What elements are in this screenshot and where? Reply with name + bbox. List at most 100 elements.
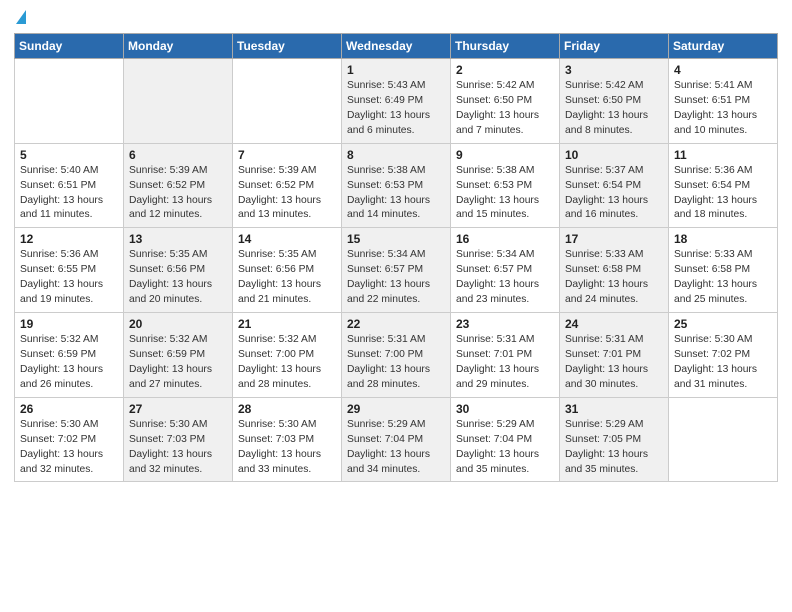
day-info: Sunrise: 5:42 AM Sunset: 6:50 PM Dayligh… [456, 79, 554, 139]
logo-triangle-icon [16, 10, 26, 24]
calendar-cell: 2 Sunrise: 5:42 AM Sunset: 6:50 PM Daylig… [451, 59, 560, 144]
day-number: 18 [674, 232, 772, 246]
day-info: Sunrise: 5:31 AM Sunset: 7:01 PM Dayligh… [456, 333, 554, 393]
calendar-cell: 15 Sunrise: 5:34 AM Sunset: 6:57 PM Dayli… [342, 228, 451, 313]
calendar-cell: 11 Sunrise: 5:36 AM Sunset: 6:54 PM Dayli… [669, 143, 778, 228]
day-info: Sunrise: 5:38 AM Sunset: 6:53 PM Dayligh… [456, 164, 554, 224]
day-info: Sunrise: 5:33 AM Sunset: 6:58 PM Dayligh… [565, 248, 663, 308]
day-number: 28 [238, 402, 336, 416]
day-info: Sunrise: 5:39 AM Sunset: 6:52 PM Dayligh… [129, 164, 227, 224]
calendar-cell: 19 Sunrise: 5:32 AM Sunset: 6:59 PM Dayli… [15, 313, 124, 398]
calendar-cell: 21Sunrise: 5:32 AM Sunset: 7:00 PM Dayli… [233, 313, 342, 398]
day-number: 15 [347, 232, 445, 246]
calendar-cell: 29 Sunrise: 5:29 AM Sunset: 7:04 PM Dayli… [342, 397, 451, 482]
weekday-header-row: SundayMondayTuesdayWednesdayThursdayFrid… [15, 34, 778, 59]
day-info: Sunrise: 5:31 AM Sunset: 7:01 PM Dayligh… [565, 333, 663, 393]
calendar-cell: 30Sunrise: 5:29 AM Sunset: 7:04 PM Dayli… [451, 397, 560, 482]
day-info: Sunrise: 5:31 AM Sunset: 7:00 PM Dayligh… [347, 333, 445, 393]
calendar-cell: 3 Sunrise: 5:42 AM Sunset: 6:50 PM Daylig… [560, 59, 669, 144]
day-info: Sunrise: 5:41 AM Sunset: 6:51 PM Dayligh… [674, 79, 772, 139]
calendar-cell: 26 Sunrise: 5:30 AM Sunset: 7:02 PM Dayli… [15, 397, 124, 482]
day-info: Sunrise: 5:40 AM Sunset: 6:51 PM Dayligh… [20, 164, 118, 224]
day-info: Sunrise: 5:30 AM Sunset: 7:03 PM Dayligh… [129, 418, 227, 478]
calendar-cell [15, 59, 124, 144]
calendar-cell [669, 397, 778, 482]
day-number: 4 [674, 63, 772, 77]
day-info: Sunrise: 5:43 AM Sunset: 6:49 PM Dayligh… [347, 79, 445, 139]
day-number: 13 [129, 232, 227, 246]
calendar-cell: 4 Sunrise: 5:41 AM Sunset: 6:51 PM Daylig… [669, 59, 778, 144]
day-number: 11 [674, 148, 772, 162]
logo [14, 10, 26, 27]
day-number: 26 [20, 402, 118, 416]
calendar-cell: 23 Sunrise: 5:31 AM Sunset: 7:01 PM Dayli… [451, 313, 560, 398]
day-number: 27 [129, 402, 227, 416]
day-info: Sunrise: 5:36 AM Sunset: 6:54 PM Dayligh… [674, 164, 772, 224]
calendar-cell: 7 Sunrise: 5:39 AM Sunset: 6:52 PM Daylig… [233, 143, 342, 228]
calendar-week-1: 5 Sunrise: 5:40 AM Sunset: 6:51 PM Daylig… [15, 143, 778, 228]
day-info: Sunrise: 5:34 AM Sunset: 6:57 PM Dayligh… [456, 248, 554, 308]
weekday-header-wednesday: Wednesday [342, 34, 451, 59]
day-number: 29 [347, 402, 445, 416]
day-info: Sunrise: 5:42 AM Sunset: 6:50 PM Dayligh… [565, 79, 663, 139]
day-info: Sunrise: 5:33 AM Sunset: 6:58 PM Dayligh… [674, 248, 772, 308]
weekday-header-friday: Friday [560, 34, 669, 59]
day-number: 31 [565, 402, 663, 416]
day-number: 20 [129, 317, 227, 331]
day-info: Sunrise: 5:36 AM Sunset: 6:55 PM Dayligh… [20, 248, 118, 308]
day-info: Sunrise: 5:39 AM Sunset: 6:52 PM Dayligh… [238, 164, 336, 224]
day-number: 9 [456, 148, 554, 162]
day-number: 25 [674, 317, 772, 331]
day-number: 6 [129, 148, 227, 162]
weekday-header-thursday: Thursday [451, 34, 560, 59]
day-info: Sunrise: 5:30 AM Sunset: 7:02 PM Dayligh… [674, 333, 772, 393]
day-number: 19 [20, 317, 118, 331]
day-info: Sunrise: 5:32 AM Sunset: 7:00 PM Dayligh… [238, 333, 336, 393]
calendar-cell: 31 Sunrise: 5:29 AM Sunset: 7:05 PM Dayli… [560, 397, 669, 482]
calendar-cell: 17 Sunrise: 5:33 AM Sunset: 6:58 PM Dayli… [560, 228, 669, 313]
day-info: Sunrise: 5:34 AM Sunset: 6:57 PM Dayligh… [347, 248, 445, 308]
calendar-week-2: 12 Sunrise: 5:36 AM Sunset: 6:55 PM Dayli… [15, 228, 778, 313]
day-number: 10 [565, 148, 663, 162]
weekday-header-monday: Monday [124, 34, 233, 59]
calendar-week-3: 19 Sunrise: 5:32 AM Sunset: 6:59 PM Dayli… [15, 313, 778, 398]
calendar-cell: 13Sunrise: 5:35 AM Sunset: 6:56 PM Dayli… [124, 228, 233, 313]
day-number: 7 [238, 148, 336, 162]
weekday-header-tuesday: Tuesday [233, 34, 342, 59]
weekday-header-saturday: Saturday [669, 34, 778, 59]
calendar-cell: 14 Sunrise: 5:35 AM Sunset: 6:56 PM Dayli… [233, 228, 342, 313]
calendar-cell: 20 Sunrise: 5:32 AM Sunset: 6:59 PM Dayli… [124, 313, 233, 398]
day-number: 3 [565, 63, 663, 77]
calendar-week-4: 26 Sunrise: 5:30 AM Sunset: 7:02 PM Dayli… [15, 397, 778, 482]
day-number: 22 [347, 317, 445, 331]
day-info: Sunrise: 5:29 AM Sunset: 7:04 PM Dayligh… [347, 418, 445, 478]
calendar-page: SundayMondayTuesdayWednesdayThursdayFrid… [0, 0, 792, 612]
day-number: 5 [20, 148, 118, 162]
day-info: Sunrise: 5:30 AM Sunset: 7:02 PM Dayligh… [20, 418, 118, 478]
day-info: Sunrise: 5:35 AM Sunset: 6:56 PM Dayligh… [238, 248, 336, 308]
weekday-header-sunday: Sunday [15, 34, 124, 59]
calendar-cell [233, 59, 342, 144]
day-number: 12 [20, 232, 118, 246]
calendar-cell: 9 Sunrise: 5:38 AM Sunset: 6:53 PM Daylig… [451, 143, 560, 228]
day-info: Sunrise: 5:29 AM Sunset: 7:05 PM Dayligh… [565, 418, 663, 478]
calendar-cell: 27 Sunrise: 5:30 AM Sunset: 7:03 PM Dayli… [124, 397, 233, 482]
calendar-cell: 18 Sunrise: 5:33 AM Sunset: 6:58 PM Dayli… [669, 228, 778, 313]
calendar-cell: 25 Sunrise: 5:30 AM Sunset: 7:02 PM Dayli… [669, 313, 778, 398]
day-number: 2 [456, 63, 554, 77]
day-number: 23 [456, 317, 554, 331]
calendar-cell: 1Sunrise: 5:43 AM Sunset: 6:49 PM Daylig… [342, 59, 451, 144]
day-info: Sunrise: 5:30 AM Sunset: 7:03 PM Dayligh… [238, 418, 336, 478]
day-number: 17 [565, 232, 663, 246]
day-info: Sunrise: 5:38 AM Sunset: 6:53 PM Dayligh… [347, 164, 445, 224]
day-info: Sunrise: 5:32 AM Sunset: 6:59 PM Dayligh… [129, 333, 227, 393]
day-info: Sunrise: 5:32 AM Sunset: 6:59 PM Dayligh… [20, 333, 118, 393]
day-number: 30 [456, 402, 554, 416]
calendar-cell: 10Sunrise: 5:37 AM Sunset: 6:54 PM Dayli… [560, 143, 669, 228]
calendar-cell: 8Sunrise: 5:38 AM Sunset: 6:53 PM Daylig… [342, 143, 451, 228]
calendar-cell: 5 Sunrise: 5:40 AM Sunset: 6:51 PM Daylig… [15, 143, 124, 228]
calendar-cell [124, 59, 233, 144]
day-number: 14 [238, 232, 336, 246]
header [14, 10, 778, 27]
calendar-cell: 16Sunrise: 5:34 AM Sunset: 6:57 PM Dayli… [451, 228, 560, 313]
